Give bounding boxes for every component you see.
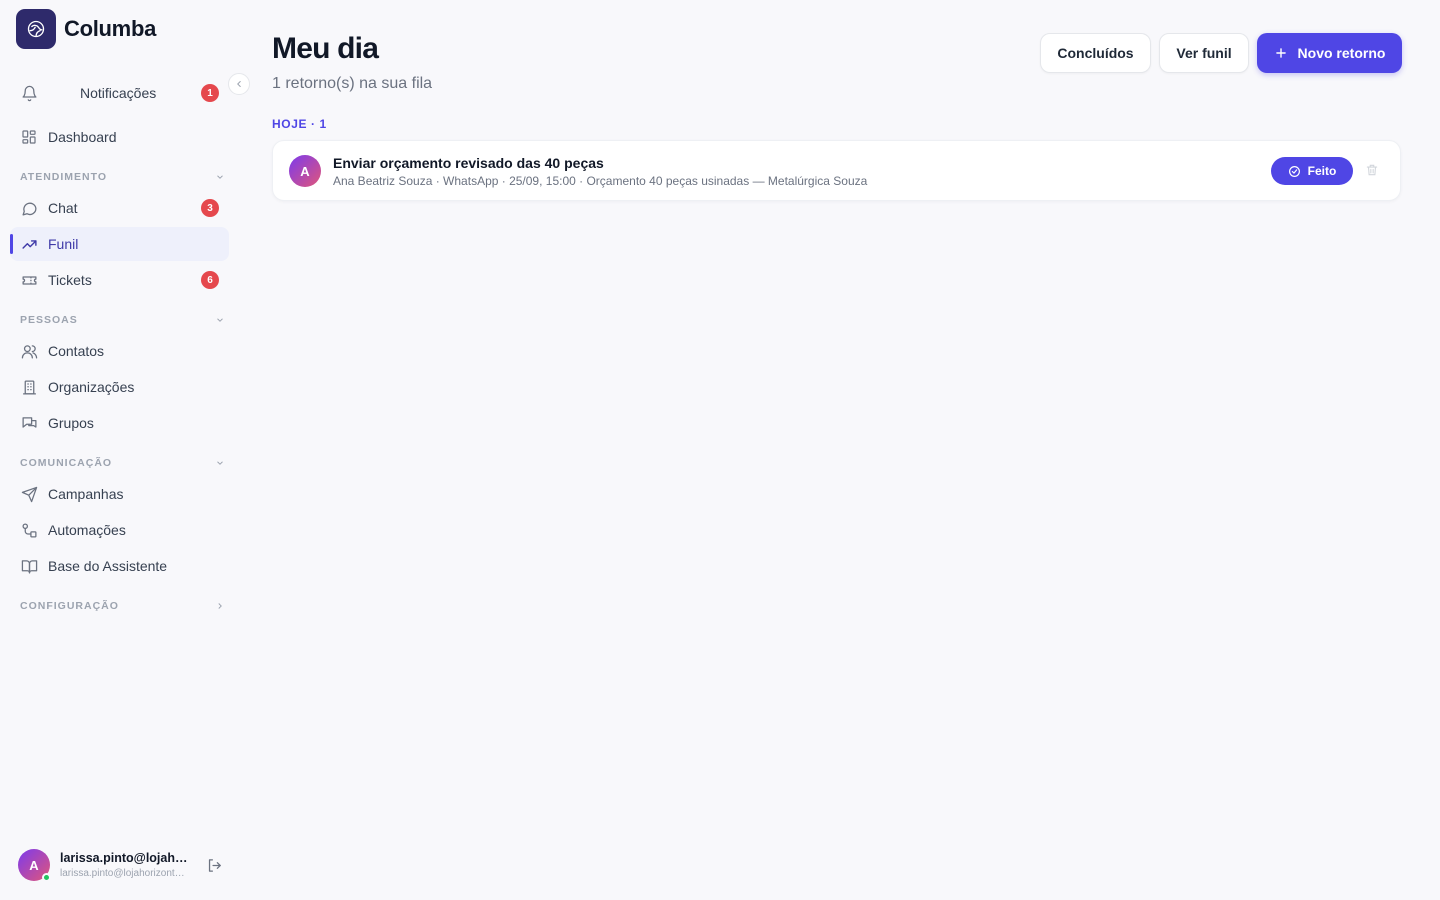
- sidebar-item-label: Chat: [48, 200, 78, 216]
- plus-icon: [1275, 48, 1286, 58]
- chevron-right-icon: [218, 603, 222, 609]
- user-name: larissa.pinto@lojahorizonte.com.br: [60, 851, 188, 865]
- task-meta: Ana Beatriz Souza · WhatsApp · 25/09, 15…: [333, 174, 868, 188]
- section-pessoas[interactable]: PESSOAS: [20, 314, 225, 326]
- avatar-initial: A: [29, 857, 39, 873]
- day-group-label: HOJE · 1: [272, 117, 327, 131]
- chevron-down-icon: [217, 175, 223, 179]
- feito-button[interactable]: Feito: [1271, 157, 1353, 185]
- sidebar-item-contatos[interactable]: Contatos: [10, 334, 229, 368]
- sidebar-item-chat[interactable]: Chat 3: [10, 191, 229, 225]
- sidebar-item-tickets[interactable]: Tickets 6: [10, 263, 229, 297]
- sidebar-item-notificacoes[interactable]: Notificações 1: [10, 76, 229, 110]
- chevron-left-icon: [237, 81, 241, 87]
- sidebar-item-organizacoes[interactable]: Organizações: [10, 370, 229, 404]
- page-subtitle: 1 retorno(s) na sua fila: [272, 75, 433, 92]
- sidebar-item-label: Tickets: [48, 272, 92, 288]
- sidebar-item-base-do-assistente[interactable]: Base do Assistente: [10, 549, 229, 583]
- dashboard-icon: [20, 128, 38, 146]
- user-profile[interactable]: A larissa.pinto@lojahorizonte.com.br lar…: [18, 849, 188, 882]
- trending-up-icon: [20, 235, 38, 253]
- collapse-sidebar-button[interactable]: [228, 73, 250, 95]
- sidebar-item-label: Organizações: [48, 379, 135, 395]
- sidebar-item-label: Grupos: [48, 415, 94, 431]
- section-label: CONFIGURAÇÃO: [20, 600, 119, 612]
- sidebar: Columba Notificações 1 Dashboard ATENDIM…: [0, 0, 250, 900]
- sidebar-item-label: Base do Assistente: [48, 558, 168, 574]
- chat-icon: [20, 199, 38, 217]
- chat-badge: 3: [201, 199, 219, 217]
- section-label: COMUNICAÇÃO: [20, 457, 113, 469]
- sidebar-item-label: Campanhas: [48, 486, 124, 502]
- novo-retorno-label: Novo retorno: [1297, 45, 1386, 61]
- notification-badge: 1: [201, 84, 219, 102]
- send-icon: [20, 485, 38, 503]
- concluidos-button[interactable]: Concluídos: [1040, 33, 1151, 73]
- avatar: A: [18, 849, 51, 882]
- page-title: Meu dia: [272, 32, 379, 65]
- check-circle-icon: [1288, 165, 1300, 177]
- chevron-down-icon: [217, 461, 223, 465]
- sidebar-item-label: Automações: [48, 522, 126, 538]
- chevron-down-icon: [217, 318, 223, 322]
- brand-name: Columba: [64, 16, 157, 41]
- task-card[interactable]: A Enviar orçamento revisado das 40 peças…: [272, 140, 1401, 201]
- online-status-dot: [42, 873, 51, 882]
- logout-icon[interactable]: [206, 857, 223, 874]
- book-open-icon: [20, 557, 38, 575]
- building-icon: [20, 378, 38, 396]
- section-comunicacao[interactable]: COMUNICAÇÃO: [20, 457, 225, 469]
- tickets-badge: 6: [201, 271, 219, 289]
- task-title: Enviar orçamento revisado das 40 peças: [333, 155, 604, 171]
- avatar-initial: A: [300, 163, 310, 179]
- brand[interactable]: Columba: [16, 9, 156, 49]
- ticket-icon: [20, 271, 38, 289]
- sidebar-item-dashboard[interactable]: Dashboard: [10, 120, 229, 154]
- feito-label: Feito: [1307, 164, 1337, 178]
- section-configuracao[interactable]: CONFIGURAÇÃO: [20, 600, 225, 612]
- sidebar-item-label: Notificações: [80, 85, 157, 101]
- bell-icon: [20, 84, 38, 102]
- sidebar-item-funil[interactable]: Funil: [10, 227, 229, 261]
- section-label: PESSOAS: [20, 314, 78, 326]
- workflow-icon: [20, 521, 38, 539]
- sidebar-item-label: Funil: [48, 236, 79, 252]
- sidebar-item-label: Contatos: [48, 343, 105, 359]
- sidebar-item-grupos[interactable]: Grupos: [10, 406, 229, 440]
- section-label: ATENDIMENTO: [20, 171, 108, 183]
- sidebar-item-label: Dashboard: [48, 129, 117, 145]
- novo-retorno-button[interactable]: Novo retorno: [1257, 33, 1402, 73]
- task-avatar: A: [289, 155, 321, 187]
- messages-icon: [20, 414, 38, 432]
- user-email: larissa.pinto@lojahorizonte.com.br: [60, 868, 188, 879]
- sidebar-item-automacoes[interactable]: Automações: [10, 513, 229, 547]
- section-atendimento[interactable]: ATENDIMENTO: [20, 171, 225, 183]
- ver-funil-button[interactable]: Ver funil: [1159, 33, 1249, 73]
- sidebar-item-campanhas[interactable]: Campanhas: [10, 477, 229, 511]
- trash-icon[interactable]: [1365, 163, 1379, 177]
- users-icon: [20, 342, 38, 360]
- brand-logo-icon: [16, 9, 56, 49]
